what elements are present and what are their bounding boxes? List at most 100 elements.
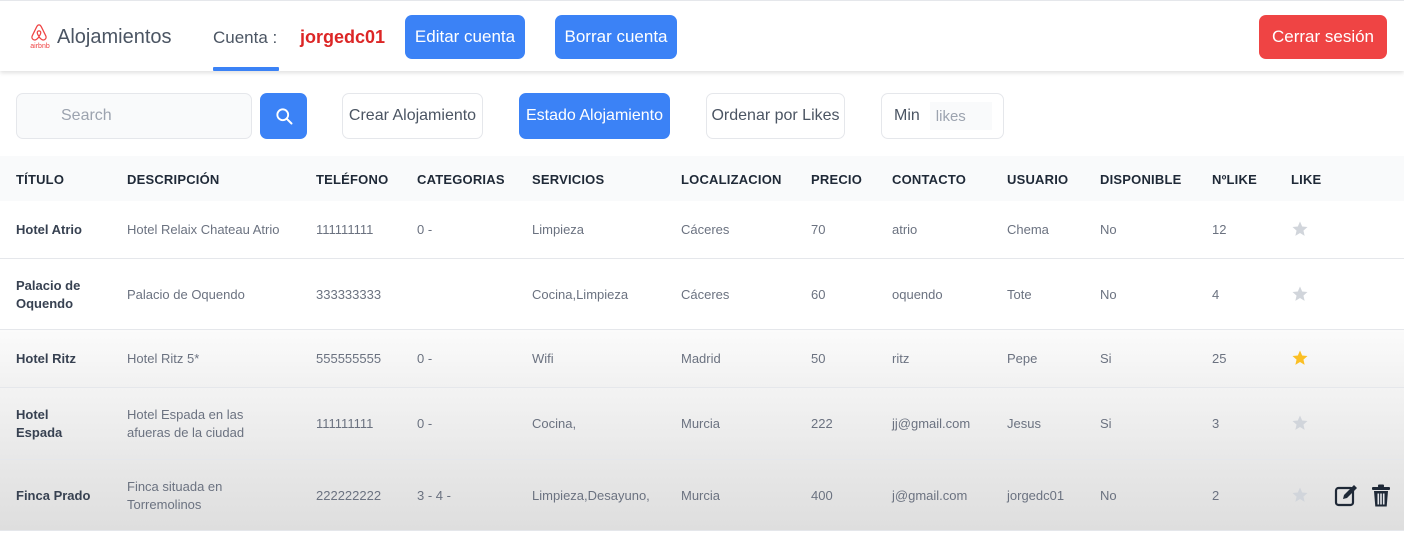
star-icon[interactable] bbox=[1291, 486, 1309, 504]
cell-categories: 0 - bbox=[417, 350, 432, 368]
edit-icon[interactable] bbox=[1334, 484, 1360, 508]
cell-phone: 111111111 bbox=[316, 415, 373, 433]
star-icon[interactable] bbox=[1291, 414, 1309, 432]
cell-user-text: Chema bbox=[1007, 222, 1049, 237]
column-header-precio: PRECIO bbox=[811, 172, 863, 187]
cell-contact-text: atrio bbox=[892, 222, 918, 237]
cell-like-count: 25 bbox=[1212, 350, 1226, 368]
cell-location: Murcia bbox=[681, 415, 720, 433]
cell-services-text: Wifi bbox=[532, 351, 554, 366]
cell-location: Cáceres bbox=[681, 221, 729, 239]
cell-categories: 0 - bbox=[417, 415, 432, 433]
cell-categories-text: 0 - bbox=[417, 222, 433, 237]
create-listing-button[interactable]: Crear Alojamiento bbox=[342, 93, 483, 139]
listing-status-button[interactable]: Estado Alojamiento bbox=[519, 93, 670, 139]
column-header-titulo: TÍTULO bbox=[16, 172, 65, 187]
cell-services-text: Limpieza,Desayuno, bbox=[532, 487, 650, 503]
cell-description-text: Hotel Espada en las bbox=[127, 407, 244, 422]
cell-phone: 111111111 bbox=[316, 221, 373, 239]
cell-phone: 222222222 bbox=[316, 487, 381, 505]
cell-categories-text: 0 - bbox=[417, 416, 433, 431]
star-icon[interactable] bbox=[1291, 220, 1309, 238]
cell-like-count-text: 4 bbox=[1212, 286, 1220, 302]
cell-services: Cocina, bbox=[532, 415, 576, 433]
cell-location-text: Murcia bbox=[681, 416, 721, 431]
cell-title: Palacio de Oquendo bbox=[16, 277, 80, 313]
table-header: TÍTULO DESCRIPCIÓN TELÉFONO CATEGORIAS S… bbox=[0, 156, 1404, 201]
account-label[interactable]: Cuenta : bbox=[213, 28, 277, 48]
column-header-disponible: DISPONIBLE bbox=[1100, 172, 1182, 187]
cell-price: 60 bbox=[811, 286, 825, 304]
min-likes-input[interactable] bbox=[929, 102, 992, 130]
column-header-nlike: NºLIKE bbox=[1212, 172, 1257, 187]
airbnb-logo[interactable]: airbnb bbox=[28, 23, 52, 51]
cell-price-text: 222 bbox=[811, 416, 833, 431]
cell-available-text: No bbox=[1100, 487, 1117, 503]
cell-price-text: 400 bbox=[811, 487, 833, 503]
cell-phone-text: 111111111 bbox=[316, 222, 374, 237]
cell-description: Palacio de Oquendo bbox=[127, 286, 245, 304]
cell-user-text: Jesus bbox=[1007, 416, 1041, 431]
cell-contact-text: jj@gmail.com bbox=[892, 416, 971, 431]
cell-title-text: Finca Prado bbox=[16, 487, 91, 503]
cell-services: Wifi bbox=[532, 350, 554, 368]
column-header-telefono: TELÉFONO bbox=[316, 172, 389, 187]
cell-contact: j@gmail.com bbox=[892, 487, 967, 505]
table-row: Palacio de Oquendo Palacio de Oquendo 33333… bbox=[0, 259, 1404, 330]
edit-account-button[interactable]: Editar cuenta bbox=[405, 15, 525, 59]
cell-available-text: Si bbox=[1100, 416, 1112, 431]
star-icon[interactable] bbox=[1291, 349, 1309, 367]
cell-like-count-text: 2 bbox=[1212, 487, 1220, 503]
search-input[interactable] bbox=[17, 94, 251, 138]
cell-like-count-text: 12 bbox=[1212, 222, 1227, 237]
search-box bbox=[16, 93, 252, 139]
cell-phone-text: 111111111 bbox=[316, 416, 374, 431]
cell-price: 70 bbox=[811, 221, 825, 239]
cell-location-text: Cáceres bbox=[681, 286, 730, 302]
cell-title: Hotel Espada bbox=[16, 406, 62, 442]
cell-user-text: Pepe bbox=[1007, 351, 1038, 366]
cell-price-text: 70 bbox=[811, 222, 826, 237]
cell-contact: atrio bbox=[892, 221, 917, 239]
cell-price: 222 bbox=[811, 415, 833, 433]
cell-phone-text: 333333333 bbox=[316, 286, 382, 302]
cell-available: No bbox=[1100, 221, 1117, 239]
column-header-contacto: CONTACTO bbox=[892, 172, 967, 187]
cell-user: Chema bbox=[1007, 221, 1049, 239]
star-icon[interactable] bbox=[1291, 285, 1309, 303]
min-label: Min bbox=[894, 107, 920, 124]
cell-user: jorgedc01 bbox=[1007, 487, 1064, 505]
cell-price-text: 60 bbox=[811, 286, 826, 302]
cell-location-text: Murcia bbox=[681, 487, 721, 503]
cell-description: Finca situada en Torremolinos bbox=[127, 478, 222, 514]
column-header-usuario: USUARIO bbox=[1007, 172, 1069, 187]
logout-button[interactable]: Cerrar sesión bbox=[1259, 15, 1387, 59]
table-row: Hotel Espada Hotel Espada en las afueras de… bbox=[0, 388, 1404, 460]
column-header-servicios: SERVICIOS bbox=[532, 172, 605, 187]
airbnb-icon bbox=[31, 24, 47, 41]
table-row: Hotel Atrio Hotel Relaix Chateau Atrio 111… bbox=[0, 201, 1404, 259]
cell-like-count: 4 bbox=[1212, 286, 1219, 304]
cell-location: Murcia bbox=[681, 487, 720, 505]
min-likes-filter: Min bbox=[881, 93, 1004, 139]
cell-categories-text: 0 - bbox=[417, 351, 433, 366]
search-button[interactable] bbox=[260, 93, 307, 139]
cell-categories: 0 - bbox=[417, 221, 432, 239]
cell-description-text: Hotel Ritz 5* bbox=[127, 351, 200, 366]
cell-title-text: Hotel bbox=[16, 407, 49, 422]
delete-account-button[interactable]: Borrar cuenta bbox=[555, 15, 677, 59]
trash-icon[interactable] bbox=[1370, 484, 1392, 508]
navbar: airbnb Alojamientos Cuenta : jorgedc01 E… bbox=[0, 0, 1404, 71]
sort-by-likes-button[interactable]: Ordenar por Likes bbox=[706, 93, 845, 139]
cell-price: 50 bbox=[811, 350, 825, 368]
cell-like-count: 2 bbox=[1212, 487, 1219, 505]
brand-title[interactable]: Alojamientos bbox=[57, 26, 172, 49]
cell-categories-text: 3 - 4 - bbox=[417, 487, 451, 503]
cell-phone-text: 222222222 bbox=[316, 487, 382, 503]
account-username: jorgedc01 bbox=[300, 27, 386, 47]
cell-user: Tote bbox=[1007, 286, 1032, 304]
cell-services-text: Cocina, bbox=[532, 416, 577, 431]
row-actions bbox=[1334, 484, 1392, 508]
column-header-descripcion: DESCRIPCIÓN bbox=[127, 172, 220, 187]
search-icon bbox=[275, 108, 292, 125]
